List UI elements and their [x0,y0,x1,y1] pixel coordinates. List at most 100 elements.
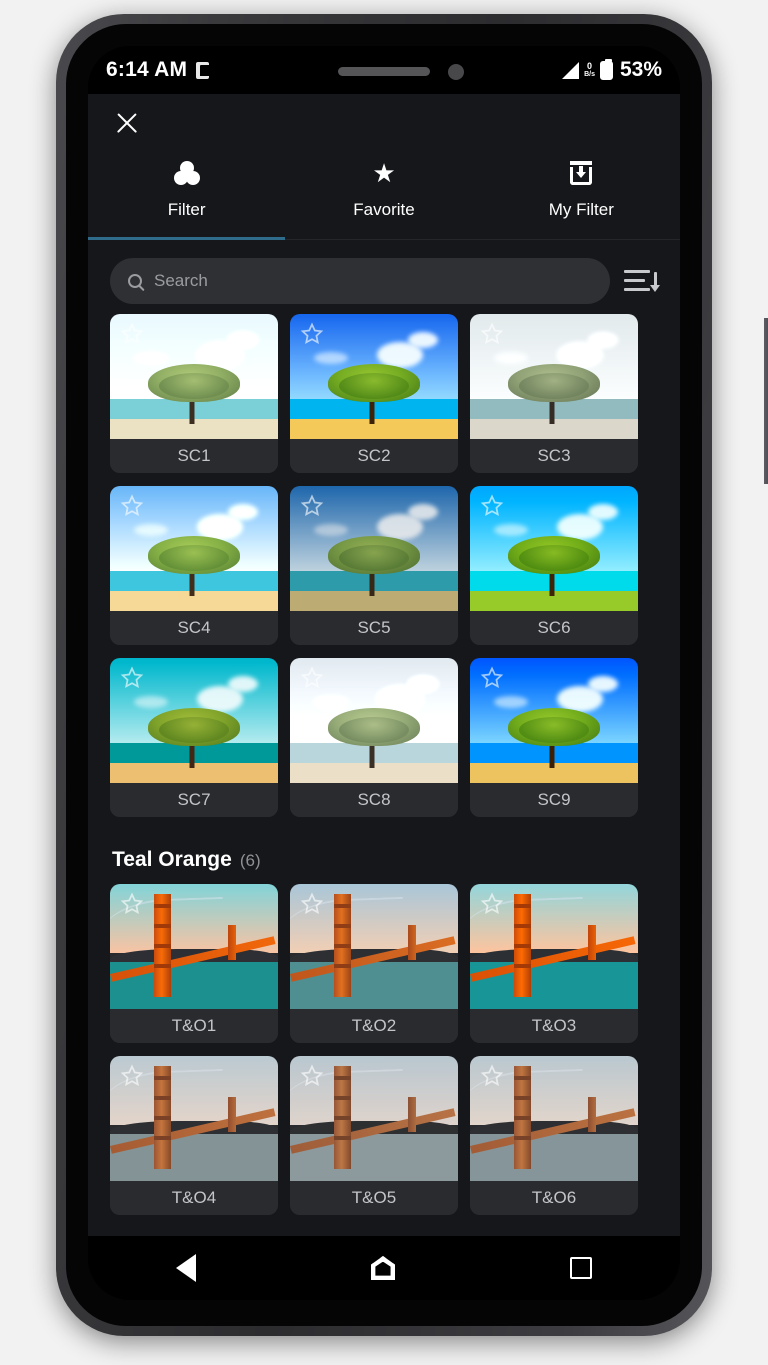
power-button[interactable] [764,318,768,484]
filter-name-label: T&O1 [110,1009,278,1043]
search-placeholder: Search [154,271,208,290]
filter-name-label: T&O3 [470,1009,638,1043]
favorite-star-icon[interactable] [299,665,325,691]
star-icon: ★ [372,158,396,188]
filter-tile[interactable]: SC8 [290,658,458,817]
filter-grid-row: SC7 SC8 SC9 [110,658,658,817]
filter-tile[interactable]: T&O1 [110,884,278,1043]
filter-tile[interactable]: SC6 [470,486,638,645]
filter-thumbnail [290,658,458,783]
favorite-star-icon[interactable] [479,493,505,519]
toolbar [88,94,680,152]
filter-thumbnail [110,314,278,439]
filter-name-label: SC6 [470,611,638,645]
filter-thumbnail [110,884,278,1009]
favorite-star-icon[interactable] [299,493,325,519]
filter-tile[interactable]: SC3 [470,314,638,473]
color-filter-icon [173,156,200,190]
filter-name-label: SC7 [110,783,278,817]
filter-thumbnail [290,486,458,611]
favorite-star-icon[interactable] [299,321,325,347]
battery-icon [599,58,613,80]
filter-tile[interactable]: SC2 [290,314,458,473]
home-icon[interactable] [370,1256,395,1280]
filter-name-label: T&O4 [110,1181,278,1215]
filter-tile[interactable]: SC1 [110,314,278,473]
filter-tile[interactable]: T&O2 [290,884,458,1043]
section-header: Teal Orange (6) [110,830,658,884]
tab-filter[interactable]: Filter [88,152,286,240]
filter-name-label: SC8 [290,783,458,817]
display-notch [266,46,502,94]
filter-thumbnail [470,486,638,611]
filter-tile[interactable]: T&O5 [290,1056,458,1215]
tab-my-filter[interactable]: My Filter [483,152,680,239]
filter-name-label: T&O6 [470,1181,638,1215]
favorite-star-icon[interactable] [119,891,145,917]
section-count: (6) [239,851,261,870]
search-icon [128,274,142,288]
favorite-star-icon[interactable] [299,1063,325,1089]
filter-name-label: SC3 [470,439,638,473]
favorite-star-icon[interactable] [479,891,505,917]
notification-icon [196,61,210,79]
search-row: Search [88,240,680,314]
filter-thumbnail [110,1056,278,1181]
filter-name-label: SC4 [110,611,278,645]
favorite-star-icon[interactable] [119,321,145,347]
status-bar-right: 0 B/s 53% [562,58,662,82]
filter-grid-row: SC4 SC5 SC6 [110,486,658,645]
close-icon[interactable] [112,108,142,138]
status-time: 6:14 AM [106,58,188,81]
battery-percent: 53% [619,58,662,81]
back-icon[interactable] [175,1254,196,1282]
search-input[interactable]: Search [110,258,610,304]
tab-favorite[interactable]: ★ Favorite [285,152,482,239]
front-camera-icon [448,64,464,80]
phone-frame: 6:14 AM 0 B/s 53% Filter ★ Favorite My F… [56,14,768,1336]
filter-thumbnail [290,314,458,439]
filter-tile[interactable]: SC9 [470,658,638,817]
status-bar-left: 6:14 AM [106,58,210,82]
filter-tile[interactable]: T&O3 [470,884,638,1043]
filter-thumbnail [470,314,638,439]
filter-tile[interactable]: SC7 [110,658,278,817]
phone-bezel: 6:14 AM 0 B/s 53% Filter ★ Favorite My F… [66,24,702,1326]
filter-thumbnail [470,658,638,783]
filter-tile[interactable]: T&O4 [110,1056,278,1215]
filter-grid-row: SC1 SC2 SC3 [110,314,658,473]
recents-icon[interactable] [570,1257,593,1279]
tab-filter-label: Filter [167,200,206,219]
filter-tile[interactable]: SC5 [290,486,458,645]
data-rate-value: 0 [587,61,593,71]
filter-picker-screen: Filter ★ Favorite My Filter Search SC1 S… [88,94,680,1236]
android-navigation-bar [88,1236,680,1300]
favorite-star-icon[interactable] [119,1063,145,1089]
filter-name-label: T&O2 [290,1009,458,1043]
favorite-star-icon[interactable] [299,891,325,917]
favorite-star-icon[interactable] [119,665,145,691]
favorite-star-icon[interactable] [479,665,505,691]
favorite-star-icon[interactable] [479,321,505,347]
filter-grid-scroll-area[interactable]: SC1 SC2 SC3 SC4 SC5 SC6 SC7 SC8 SC9 Teal Orange (6… [88,314,680,1266]
filter-name-label: SC5 [290,611,458,645]
filter-name-label: SC9 [470,783,638,817]
phone-screen: 6:14 AM 0 B/s 53% Filter ★ Favorite My F… [88,46,680,1300]
download-box-icon [570,156,593,190]
filter-name-label: SC1 [110,439,278,473]
filter-thumbnail [110,658,278,783]
favorite-star-icon[interactable] [479,1063,505,1089]
filter-thumbnail [290,884,458,1009]
favorite-star-icon[interactable] [119,493,145,519]
filter-thumbnail [110,486,278,611]
filter-name-label: T&O5 [290,1181,458,1215]
filter-name-label: SC2 [290,439,458,473]
filter-thumbnail [290,1056,458,1181]
tab-bar: Filter ★ Favorite My Filter [88,152,680,240]
signal-icon [562,61,580,79]
filter-grid-row: T&O4 T&O5 T&O6 [110,1056,658,1215]
tab-my-filter-label: My Filter [548,200,614,219]
filter-tile[interactable]: T&O6 [470,1056,638,1215]
sort-descending-icon[interactable] [624,266,660,296]
filter-tile[interactable]: SC4 [110,486,278,645]
